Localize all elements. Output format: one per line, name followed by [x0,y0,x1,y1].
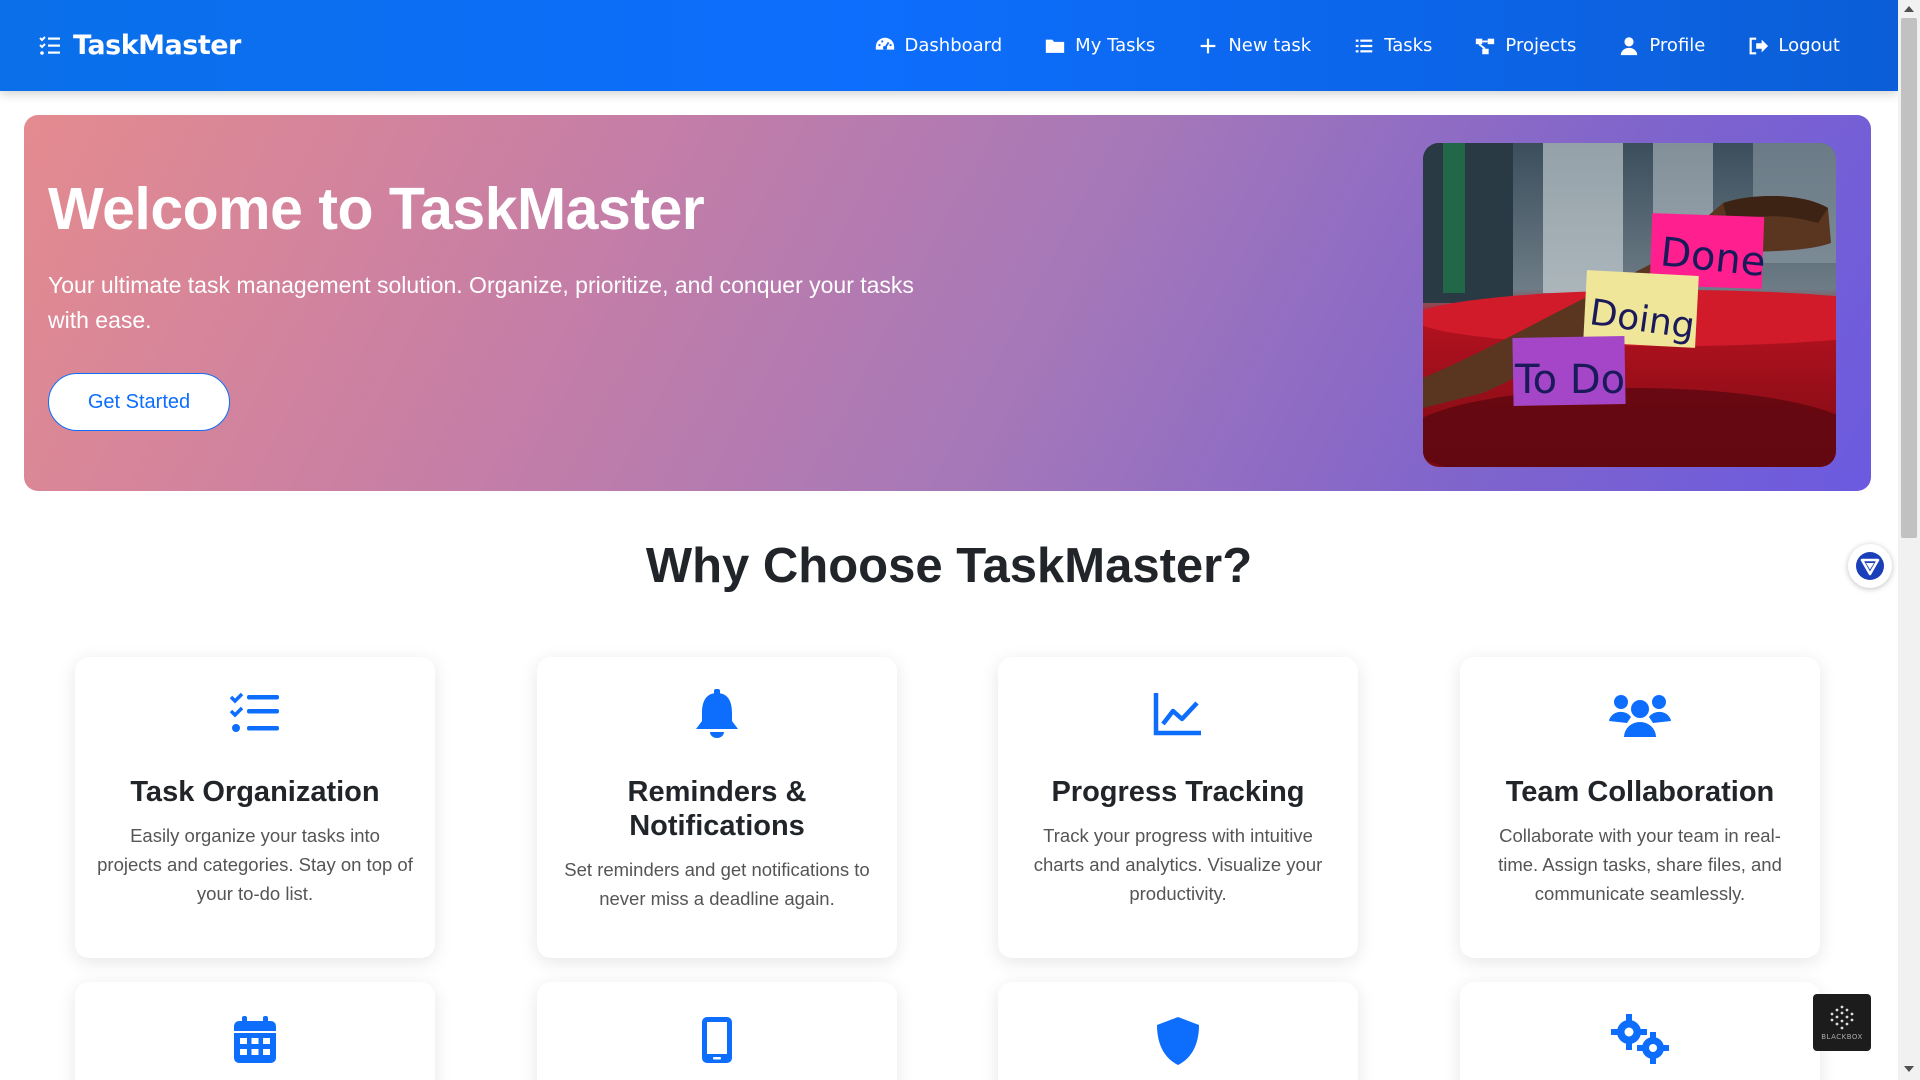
feature-card: Progress Tracking Track your progress wi… [998,657,1358,958]
dots-grid-icon [1830,1005,1854,1030]
feature-card [998,982,1358,1080]
hero-subtitle: Your ultimate task management solution. … [48,272,914,333]
hero-banner: Welcome to TaskMaster Your ultimate task… [24,115,1871,491]
hero-image: Done Doing To Do [1423,143,1836,467]
nav-logout[interactable]: Logout [1747,35,1840,57]
nav-label: Logout [1778,35,1840,56]
shield-icon [998,1016,1358,1066]
extension-badge[interactable] [1848,544,1892,588]
list-check-icon [75,691,435,737]
top-navbar: TaskMaster Dashboard My Tasks New task T… [0,0,1898,91]
feature-description: Track your progress with intuitive chart… [1033,825,1323,904]
blackbox-label: BLACKBOX [1821,1033,1863,1041]
mobile-icon [537,1016,897,1064]
user-icon [1621,36,1638,55]
logout-icon [1749,37,1769,54]
folder-icon [1046,39,1065,53]
scrollbar-thumb[interactable] [1901,18,1917,538]
feature-description: Set reminders and get notifications to n… [564,859,870,909]
gears-icon [1460,1014,1820,1064]
feature-card [75,982,435,1080]
nav-links: Dashboard My Tasks New task Tasks Projec… [832,0,1840,91]
feature-card: Task Organization Easily organize your t… [75,657,435,958]
nav-dashboard[interactable]: Dashboard [874,35,1003,57]
hero-note-text: To Do [1514,357,1625,403]
blackbox-widget[interactable]: BLACKBOX [1813,994,1871,1051]
scroll-down-arrow-icon[interactable] [1904,1066,1914,1072]
nav-my-tasks[interactable]: My Tasks [1044,35,1155,57]
dashboard-gauge-icon [875,37,894,50]
nav-label: New task [1228,35,1312,56]
feature-card: Reminders & Notifications Set reminders … [537,657,897,958]
list-check-icon [39,35,60,55]
nav-projects[interactable]: Projects [1474,35,1576,57]
nav-label: Tasks [1384,35,1433,56]
nav-profile[interactable]: Profile [1618,35,1705,57]
nav-new-task[interactable]: New task [1197,35,1311,57]
brand-logo[interactable]: TaskMaster [38,0,241,91]
triangle-logo-icon [1856,552,1884,580]
nav-label: Projects [1505,35,1577,56]
feature-card [1460,982,1820,1080]
scroll-up-arrow-icon[interactable] [1904,6,1914,12]
feature-description: Easily organize your tasks into projects… [97,825,413,904]
plus-icon [1200,38,1216,53]
features-title: Why Choose TaskMaster? [645,539,1253,593]
get-started-button[interactable]: Get Started [48,373,230,431]
bell-icon [537,689,897,739]
feature-card: Team Collaboration Collaborate with your… [1460,657,1820,958]
feature-card [537,982,897,1080]
feature-title: Reminders & Notifications [627,776,807,842]
list-icon [1355,39,1373,52]
app: TaskMaster Dashboard My Tasks New task T… [0,0,1898,1080]
brand-name: TaskMaster [73,30,241,61]
feature-title: Task Organization [130,776,380,808]
calendar-icon [75,1016,435,1064]
chart-line-icon [998,691,1358,737]
feature-title: Team Collaboration [1505,776,1775,808]
feature-description: Collaborate with your team in real-time.… [1498,825,1782,904]
nav-tasks[interactable]: Tasks [1353,35,1432,57]
hero-title: Welcome to TaskMaster [48,176,705,242]
feature-title: Progress Tracking [1051,776,1305,808]
nav-label: Dashboard [904,35,1003,56]
nav-label: My Tasks [1075,35,1156,56]
project-diagram-icon [1476,38,1495,54]
nav-label: Profile [1649,35,1706,56]
users-icon [1460,691,1820,739]
